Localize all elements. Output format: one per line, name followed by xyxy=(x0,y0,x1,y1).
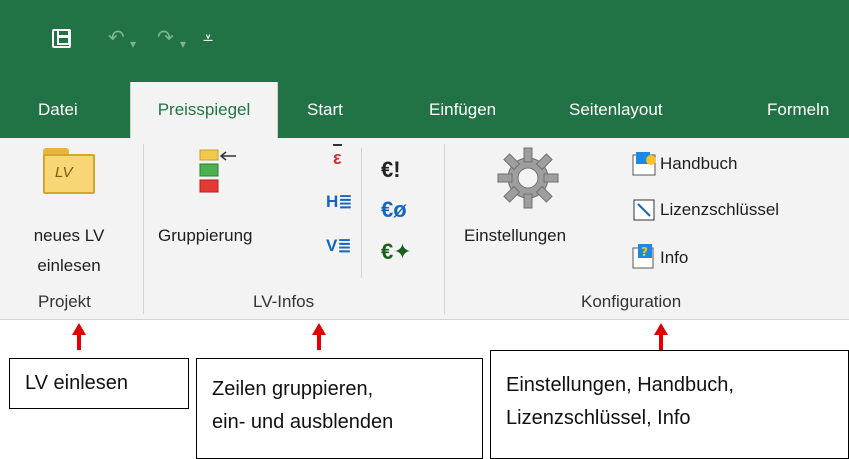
redo-dropdown-icon[interactable]: ▾ xyxy=(180,32,186,56)
callout-konfig-line1: Einstellungen, Handbuch, xyxy=(506,374,734,396)
group-label-konfiguration: Konfiguration xyxy=(581,292,682,311)
info-icon: ? xyxy=(632,244,654,269)
euro-star-icon[interactable]: €✦ xyxy=(381,240,412,264)
gear-icon xyxy=(497,147,559,209)
einstellungen-label: Einstellungen xyxy=(464,226,567,245)
save-icon[interactable] xyxy=(52,29,71,48)
customize-icon[interactable]: ⩡ xyxy=(203,26,213,50)
info-label: Info xyxy=(660,248,689,267)
tab-seitenlayout[interactable]: Seitenlayout xyxy=(569,82,663,138)
tab-start[interactable]: Start xyxy=(307,82,343,138)
group-label-lv-infos: LV-Infos xyxy=(253,292,315,311)
euro-average-icon[interactable]: €ø xyxy=(381,198,407,222)
callout-konfig-line2: Lizenzschlüssel, Info xyxy=(506,407,691,429)
callout-lv-einlesen: LV einlesen xyxy=(9,358,189,409)
tab-preisspiegel[interactable]: Preisspiegel xyxy=(130,82,278,139)
undo-dropdown-icon[interactable]: ▾ xyxy=(130,32,136,56)
h-lines-icon[interactable]: H≣ xyxy=(326,190,353,214)
euro-exclamation-icon[interactable]: €! xyxy=(381,158,401,182)
redo-icon[interactable]: ↷ xyxy=(157,26,174,50)
title-bar: ↶ ▾ ↷ ▾ ⩡ xyxy=(0,0,849,82)
folder-lv-icon: LV xyxy=(43,148,95,194)
inner-separator xyxy=(361,148,362,278)
svg-text:?: ? xyxy=(641,245,648,259)
lizenz-label: Lizenzschlüssel xyxy=(660,200,780,219)
group-label-projekt: Projekt xyxy=(38,292,91,311)
gruppierung-label: Gruppierung xyxy=(158,226,253,245)
ribbon: LV neues LV einlesen Projekt Gruppierung… xyxy=(0,138,849,320)
v-lines-icon[interactable]: V≣ xyxy=(326,234,352,258)
callout-konfiguration: Einstellungen, Handbuch, Lizenzschlüssel… xyxy=(490,350,849,459)
callout-lv-text: LV einlesen xyxy=(25,372,129,394)
tab-formeln[interactable]: Formeln xyxy=(767,82,829,138)
epsilon-red-icon[interactable]: ε xyxy=(333,144,342,170)
tab-einfuegen[interactable]: Einfügen xyxy=(429,82,496,138)
group-separator xyxy=(444,144,445,314)
neues-lv-label-line1: neues LV xyxy=(33,226,105,245)
neues-lv-label-line2: einlesen xyxy=(37,256,101,275)
handbuch-icon xyxy=(632,152,656,176)
lizenz-icon xyxy=(633,199,655,221)
callout-zeilen: Zeilen gruppieren, ein- und ausblenden xyxy=(196,358,483,459)
callout-zeilen-line2: ein- und ausblenden xyxy=(212,411,394,433)
undo-icon[interactable]: ↶ xyxy=(108,26,125,50)
grouping-icon xyxy=(199,149,236,193)
handbuch-label: Handbuch xyxy=(660,154,738,173)
group-separator xyxy=(143,144,144,314)
ribbon-tabs: Datei Preisspiegel Start Einfügen Seiten… xyxy=(0,82,849,139)
callout-zeilen-line1: Zeilen gruppieren, xyxy=(212,378,374,400)
tab-datei[interactable]: Datei xyxy=(38,82,78,138)
